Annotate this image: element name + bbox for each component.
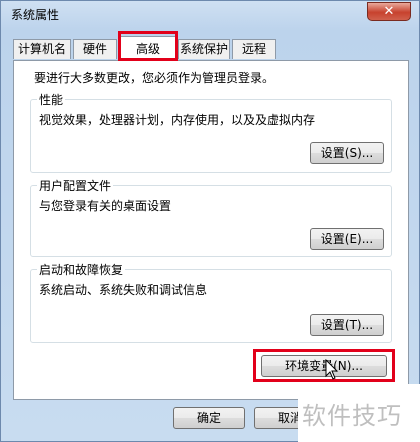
performance-desc: 视觉效果，处理器计划，内存使用，以及及虚拟内存 [39, 113, 316, 127]
performance-title: 性能 [37, 91, 66, 108]
env-button-highlight-box [253, 349, 395, 382]
admin-notice: 要进行大多数更改，您必须作为管理员登录。 [34, 71, 275, 85]
tab-highlight-box [118, 31, 178, 61]
user-profile-desc: 与您登录有关的桌面设置 [39, 199, 172, 213]
user-profile-title: 用户配置文件 [37, 177, 114, 194]
close-button[interactable]: ✕ [367, 2, 411, 21]
title-bar: 系统属性 ✕ [1, 1, 419, 27]
tab-hardware[interactable]: 硬件 [73, 39, 117, 59]
mouse-cursor-icon [325, 359, 339, 380]
tab-computer-name[interactable]: 计算机名 [13, 39, 71, 59]
watermark-text: 软件技巧 [302, 402, 402, 430]
tab-remote[interactable]: 远程 [232, 39, 276, 59]
system-properties-window: 系统属性 ✕ 计算机名 硬件 高级 系统保护 远程 要进行大多数更改，您必须作为… [0, 0, 420, 442]
performance-settings-button[interactable]: 设置(S)... [310, 142, 384, 164]
startup-recovery-settings-button[interactable]: 设置(T)... [310, 314, 384, 336]
user-profile-group: 用户配置文件 与您登录有关的桌面设置 设置(E)... [30, 177, 392, 257]
tab-system-protection[interactable]: 系统保护 [178, 39, 230, 59]
watermark: 软件技巧 [298, 384, 420, 442]
performance-group: 性能 视觉效果，处理器计划，内存使用，以及及虚拟内存 设置(S)... [30, 91, 392, 173]
startup-recovery-title: 启动和故障恢复 [37, 261, 126, 278]
startup-recovery-desc: 系统启动、系统失败和调试信息 [39, 283, 208, 297]
user-profile-settings-button[interactable]: 设置(E)... [310, 228, 384, 250]
ok-button[interactable]: 确定 [173, 407, 245, 429]
close-icon: ✕ [383, 4, 395, 19]
startup-recovery-group: 启动和故障恢复 系统启动、系统失败和调试信息 设置(T)... [30, 261, 392, 343]
window-title: 系统属性 [11, 8, 60, 22]
